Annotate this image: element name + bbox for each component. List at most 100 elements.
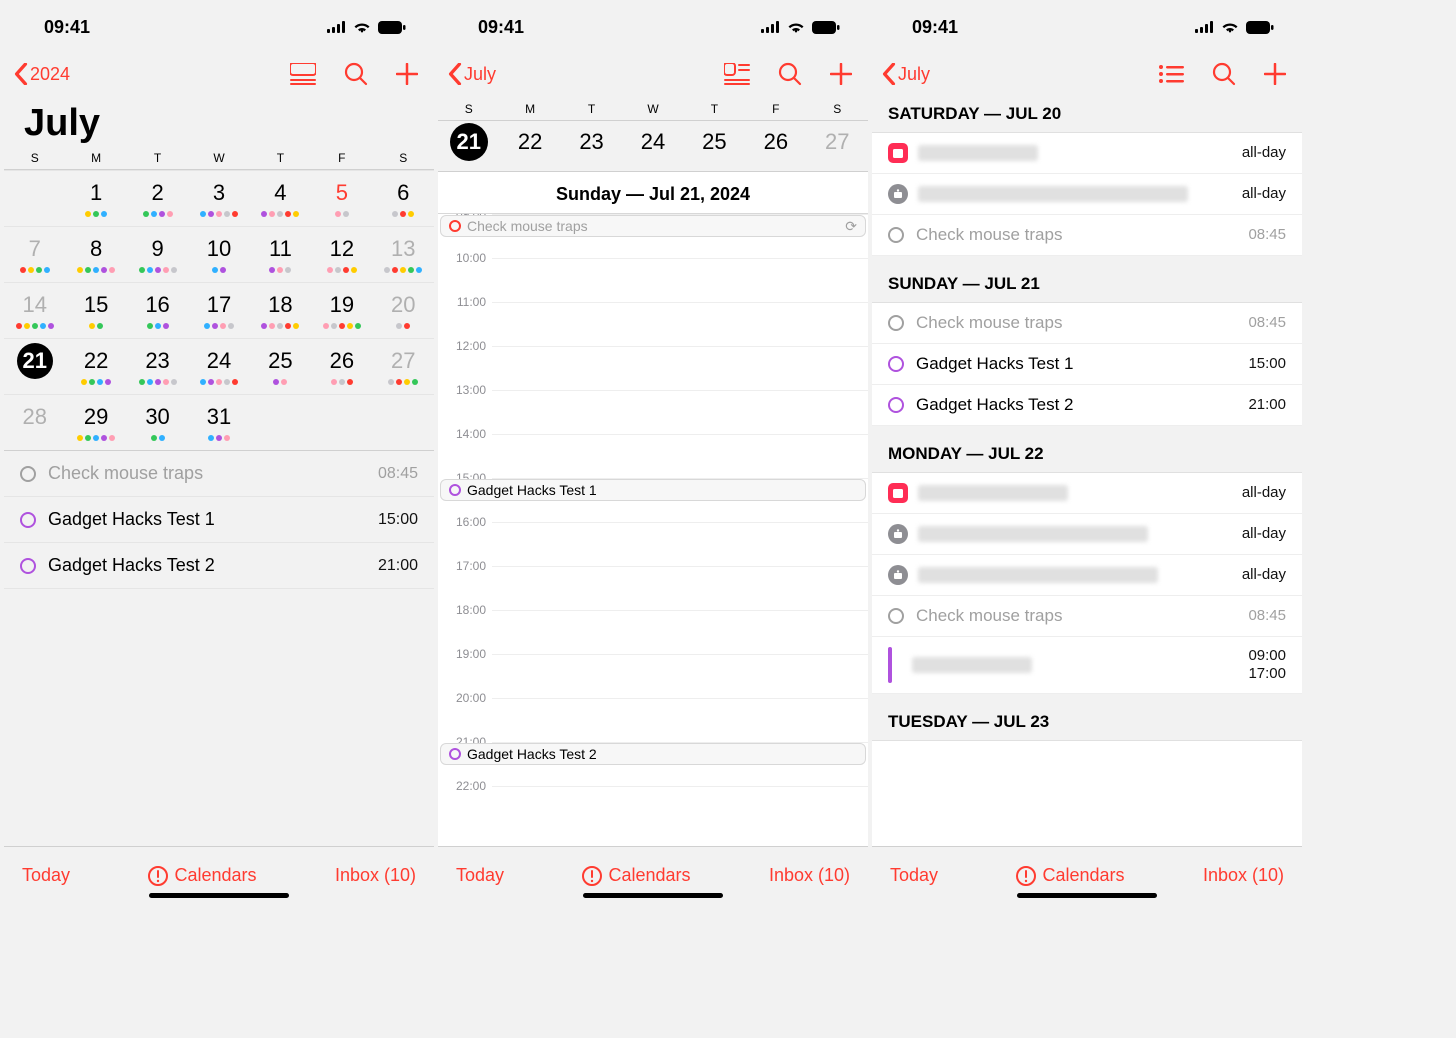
week-day[interactable]: 25	[684, 123, 745, 161]
calendars-button[interactable]: Calendars	[1016, 865, 1124, 886]
add-button[interactable]	[830, 63, 852, 85]
calendars-button[interactable]: Calendars	[148, 865, 256, 886]
list-event-item[interactable]: all-day	[872, 514, 1302, 555]
day-cell[interactable]: 11	[250, 227, 311, 282]
hour-row[interactable]: 13:00	[492, 390, 868, 434]
day-cell[interactable]: 25	[250, 339, 311, 394]
back-button[interactable]: 2024	[14, 63, 70, 85]
day-cell[interactable]: 28	[4, 395, 65, 450]
day-cell[interactable]: 5	[311, 171, 372, 226]
today-button[interactable]: Today	[22, 865, 70, 886]
day-cell[interactable]: 23	[127, 339, 188, 394]
day-cell[interactable]: 30	[127, 395, 188, 450]
day-cell[interactable]: 9	[127, 227, 188, 282]
list-event-item[interactable]: Check mouse traps08:45	[872, 303, 1302, 344]
hour-row[interactable]: 17:00	[492, 566, 868, 610]
event-time: 08:45	[1248, 314, 1286, 332]
week-day[interactable]: 21	[438, 123, 499, 161]
back-button[interactable]: July	[882, 63, 930, 85]
week-day[interactable]: 26	[745, 123, 806, 161]
today-button[interactable]: Today	[456, 865, 504, 886]
day-cell[interactable]: 14	[4, 283, 65, 338]
day-cell[interactable]: 16	[127, 283, 188, 338]
day-cell[interactable]: 6	[373, 171, 434, 226]
day-cell[interactable]: 24	[188, 339, 249, 394]
day-cell[interactable]: 8	[65, 227, 126, 282]
week-day[interactable]: 22	[499, 123, 560, 161]
list-event-item[interactable]: all-day	[872, 174, 1302, 215]
day-cell[interactable]: 10	[188, 227, 249, 282]
agenda-list[interactable]: SATURDAY — JUL 20all-dayall-dayCheck mou…	[872, 96, 1302, 846]
list-event-item[interactable]: Gadget Hacks Test 115:00	[872, 344, 1302, 385]
event-item[interactable]: Check mouse traps08:45	[4, 451, 434, 497]
hour-row[interactable]: 10:00	[492, 258, 868, 302]
list-event-item[interactable]: Check mouse traps08:45	[872, 596, 1302, 637]
day-cell[interactable]	[4, 171, 65, 226]
add-button[interactable]	[396, 63, 418, 85]
calendars-button[interactable]: Calendars	[582, 865, 690, 886]
week-day[interactable]: 24	[622, 123, 683, 161]
home-indicator[interactable]	[1017, 893, 1157, 898]
list-event-item[interactable]: all-day	[872, 133, 1302, 174]
inbox-button[interactable]: Inbox (10)	[335, 865, 416, 886]
home-indicator[interactable]	[149, 893, 289, 898]
day-cell[interactable]	[250, 395, 311, 450]
day-cell[interactable]: 2	[127, 171, 188, 226]
day-cell[interactable]: 17	[188, 283, 249, 338]
dow-label: S	[807, 102, 868, 116]
day-cell[interactable]: 3	[188, 171, 249, 226]
day-cell[interactable]	[373, 395, 434, 450]
back-button[interactable]: July	[448, 63, 496, 85]
hour-row[interactable]: 12:00	[492, 346, 868, 390]
day-cell[interactable]: 1	[65, 171, 126, 226]
list-toggle-button[interactable]	[290, 63, 316, 85]
calendars-label: Calendars	[608, 865, 690, 886]
inbox-button[interactable]: Inbox (10)	[1203, 865, 1284, 886]
day-cell[interactable]: 22	[65, 339, 126, 394]
day-cell[interactable]: 7	[4, 227, 65, 282]
timeline[interactable]: 09:0010:0011:0012:0013:0014:0015:0016:00…	[438, 214, 868, 846]
hour-row[interactable]: 20:00	[492, 698, 868, 742]
hour-row[interactable]: 14:00	[492, 434, 868, 478]
timeline-event[interactable]: Gadget Hacks Test 2	[440, 743, 866, 765]
day-cell[interactable]: 12	[311, 227, 372, 282]
hour-row[interactable]: 22:00	[492, 786, 868, 830]
list-toggle-button[interactable]	[724, 63, 750, 85]
home-indicator[interactable]	[583, 893, 723, 898]
day-cell[interactable]: 27	[373, 339, 434, 394]
week-day[interactable]: 27	[807, 123, 868, 161]
timeline-event[interactable]: Gadget Hacks Test 1	[440, 479, 866, 501]
add-button[interactable]	[1264, 63, 1286, 85]
list-event-item[interactable]: Check mouse traps08:45	[872, 215, 1302, 256]
list-event-item[interactable]: all-day	[872, 473, 1302, 514]
day-cell[interactable]: 21	[4, 339, 65, 394]
list-event-item[interactable]: 09:0017:00	[872, 637, 1302, 694]
list-event-item[interactable]: Gadget Hacks Test 221:00	[872, 385, 1302, 426]
list-toggle-button[interactable]	[1158, 64, 1184, 84]
day-cell[interactable]: 18	[250, 283, 311, 338]
hour-row[interactable]: 11:00	[492, 302, 868, 346]
inbox-button[interactable]: Inbox (10)	[769, 865, 850, 886]
search-button[interactable]	[1212, 62, 1236, 86]
day-cell[interactable]: 20	[373, 283, 434, 338]
search-button[interactable]	[344, 62, 368, 86]
day-cell[interactable]	[311, 395, 372, 450]
day-cell[interactable]: 19	[311, 283, 372, 338]
hour-row[interactable]: 16:00	[492, 522, 868, 566]
today-button[interactable]: Today	[890, 865, 938, 886]
alert-icon	[1016, 866, 1036, 886]
list-event-item[interactable]: all-day	[872, 555, 1302, 596]
day-cell[interactable]: 15	[65, 283, 126, 338]
day-cell[interactable]: 29	[65, 395, 126, 450]
event-item[interactable]: Gadget Hacks Test 115:00	[4, 497, 434, 543]
event-item[interactable]: Gadget Hacks Test 221:00	[4, 543, 434, 589]
day-cell[interactable]: 31	[188, 395, 249, 450]
day-cell[interactable]: 13	[373, 227, 434, 282]
day-cell[interactable]: 4	[250, 171, 311, 226]
hour-row[interactable]: 19:00	[492, 654, 868, 698]
search-button[interactable]	[778, 62, 802, 86]
hour-row[interactable]: 18:00	[492, 610, 868, 654]
week-day[interactable]: 23	[561, 123, 622, 161]
day-cell[interactable]: 26	[311, 339, 372, 394]
timeline-event[interactable]: Check mouse traps⟳	[440, 215, 866, 237]
